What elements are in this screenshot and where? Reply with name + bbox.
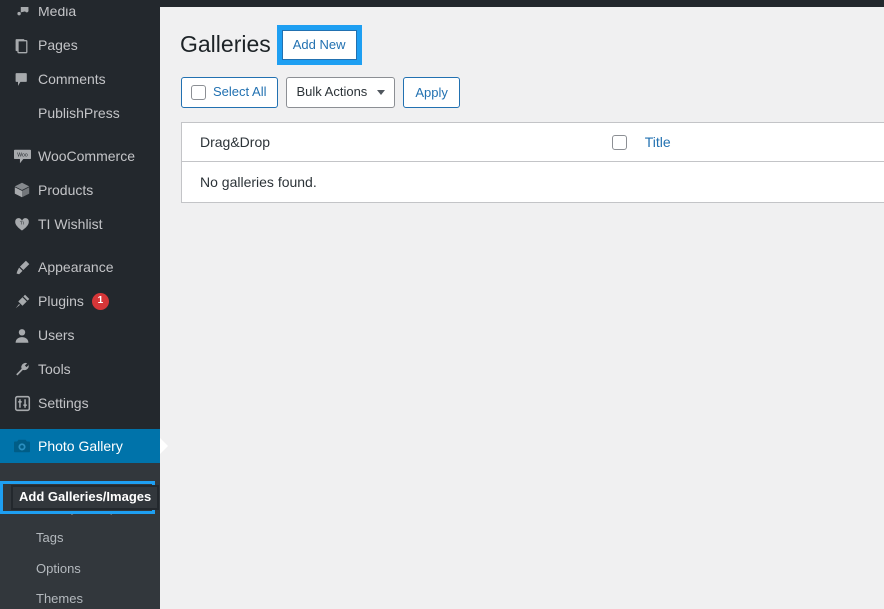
table-header-row: Drag&Drop Title <box>181 122 884 162</box>
bulk-actions-selected-value: Bulk Actions <box>296 84 368 100</box>
submenu-item-add-galleries-images[interactable]: Add Galleries/Images <box>0 481 160 514</box>
pages-icon <box>8 37 36 54</box>
wordpress-admin-screen: Media Pages Comments PublishPress Woo Wo… <box>0 0 884 609</box>
page-header: Galleries Add New <box>160 7 884 65</box>
column-header-title[interactable]: Title <box>645 134 671 150</box>
apply-button[interactable]: Apply <box>403 77 460 108</box>
sidebar-item-users[interactable]: Users <box>0 318 160 352</box>
bulk-actions-select[interactable]: Bulk Actions <box>286 77 396 108</box>
sliders-icon <box>8 395 36 412</box>
submenu-item-tags[interactable]: Tags <box>0 523 160 553</box>
no-galleries-message: No galleries found. <box>181 161 884 203</box>
plugins-update-badge: 1 <box>91 292 109 310</box>
svg-text:TI: TI <box>20 220 24 225</box>
select-all-label: Select All <box>213 84 267 100</box>
sidebar-item-plugins[interactable]: Plugins 1 <box>0 284 160 318</box>
paintbrush-icon <box>8 259 36 276</box>
sidebar-item-label: Tools <box>38 361 71 377</box>
comments-icon <box>8 71 36 88</box>
add-new-highlight: Add New <box>276 25 362 65</box>
sidebar-item-pages[interactable]: Pages <box>0 28 160 62</box>
galleries-table-body: No galleries found. <box>181 161 884 203</box>
products-box-icon <box>8 181 36 199</box>
sidebar-item-label: Appearance <box>38 259 114 275</box>
sidebar-item-publishpress[interactable]: PublishPress <box>0 96 160 130</box>
sidebar-item-appearance[interactable]: Appearance <box>0 250 160 284</box>
heart-icon: TI <box>8 216 36 233</box>
camera-icon <box>8 438 36 454</box>
chevron-down-icon <box>377 90 386 95</box>
page-title: Galleries <box>180 31 271 58</box>
sidebar-item-label: Products <box>38 182 94 198</box>
select-all-button[interactable]: Select All <box>181 77 279 108</box>
sidebar-item-label: Comments <box>38 71 106 87</box>
main-content: Galleries Add New Select All Bulk Action… <box>160 7 884 609</box>
add-new-button[interactable]: Add New <box>281 30 357 60</box>
sidebar-item-label: WooCommerce <box>38 148 135 164</box>
submenu-item-label: Add Galleries/Images <box>11 485 160 510</box>
sidebar-item-label: PublishPress <box>38 105 120 121</box>
woocommerce-icon: Woo <box>8 148 36 165</box>
submenu-item-themes[interactable]: Themes <box>0 584 160 609</box>
menu-separator <box>0 241 160 250</box>
plug-icon <box>8 293 36 310</box>
sidebar-item-tools[interactable]: Tools <box>0 352 160 386</box>
bulk-actions-toolbar: Select All Bulk Actions Apply <box>160 63 884 108</box>
sidebar-item-label: Photo Gallery <box>38 438 123 454</box>
galleries-table-head: Drag&Drop Title <box>181 122 884 162</box>
column-header-drag-drop: Drag&Drop <box>181 122 602 162</box>
wrench-icon <box>8 361 36 378</box>
sidebar-item-label: Users <box>38 327 75 343</box>
admin-bar <box>0 0 884 7</box>
admin-sidebar-menu: Media Pages Comments PublishPress Woo Wo… <box>0 0 168 609</box>
sidebar-item-label: Plugins <box>38 293 84 309</box>
column-header-title-cell: Title <box>601 122 884 162</box>
menu-separator <box>0 420 160 429</box>
svg-text:Woo: Woo <box>17 152 28 158</box>
sidebar-item-label: TI Wishlist <box>38 216 103 232</box>
sidebar-item-woocommerce[interactable]: Woo WooCommerce <box>0 139 160 173</box>
sidebar-item-label: Pages <box>38 37 78 53</box>
sidebar-item-comments[interactable]: Comments <box>0 62 160 96</box>
sidebar-item-settings[interactable]: Settings <box>0 386 160 420</box>
galleries-table: Drag&Drop Title No galleries found. <box>181 122 884 203</box>
sidebar-item-photo-gallery[interactable]: Photo Gallery <box>0 429 168 463</box>
select-all-rows-checkbox[interactable] <box>611 134 627 150</box>
submenu-item-options[interactable]: Options <box>0 554 160 584</box>
select-all-checkbox[interactable] <box>191 85 206 100</box>
sidebar-item-products[interactable]: Products <box>0 173 160 207</box>
menu-separator <box>0 130 160 139</box>
user-icon <box>8 327 36 344</box>
sidebar-item-ti-wishlist[interactable]: TI TI Wishlist <box>0 207 160 241</box>
sidebar-item-label: Settings <box>38 395 89 411</box>
table-empty-row: No galleries found. <box>181 161 884 203</box>
